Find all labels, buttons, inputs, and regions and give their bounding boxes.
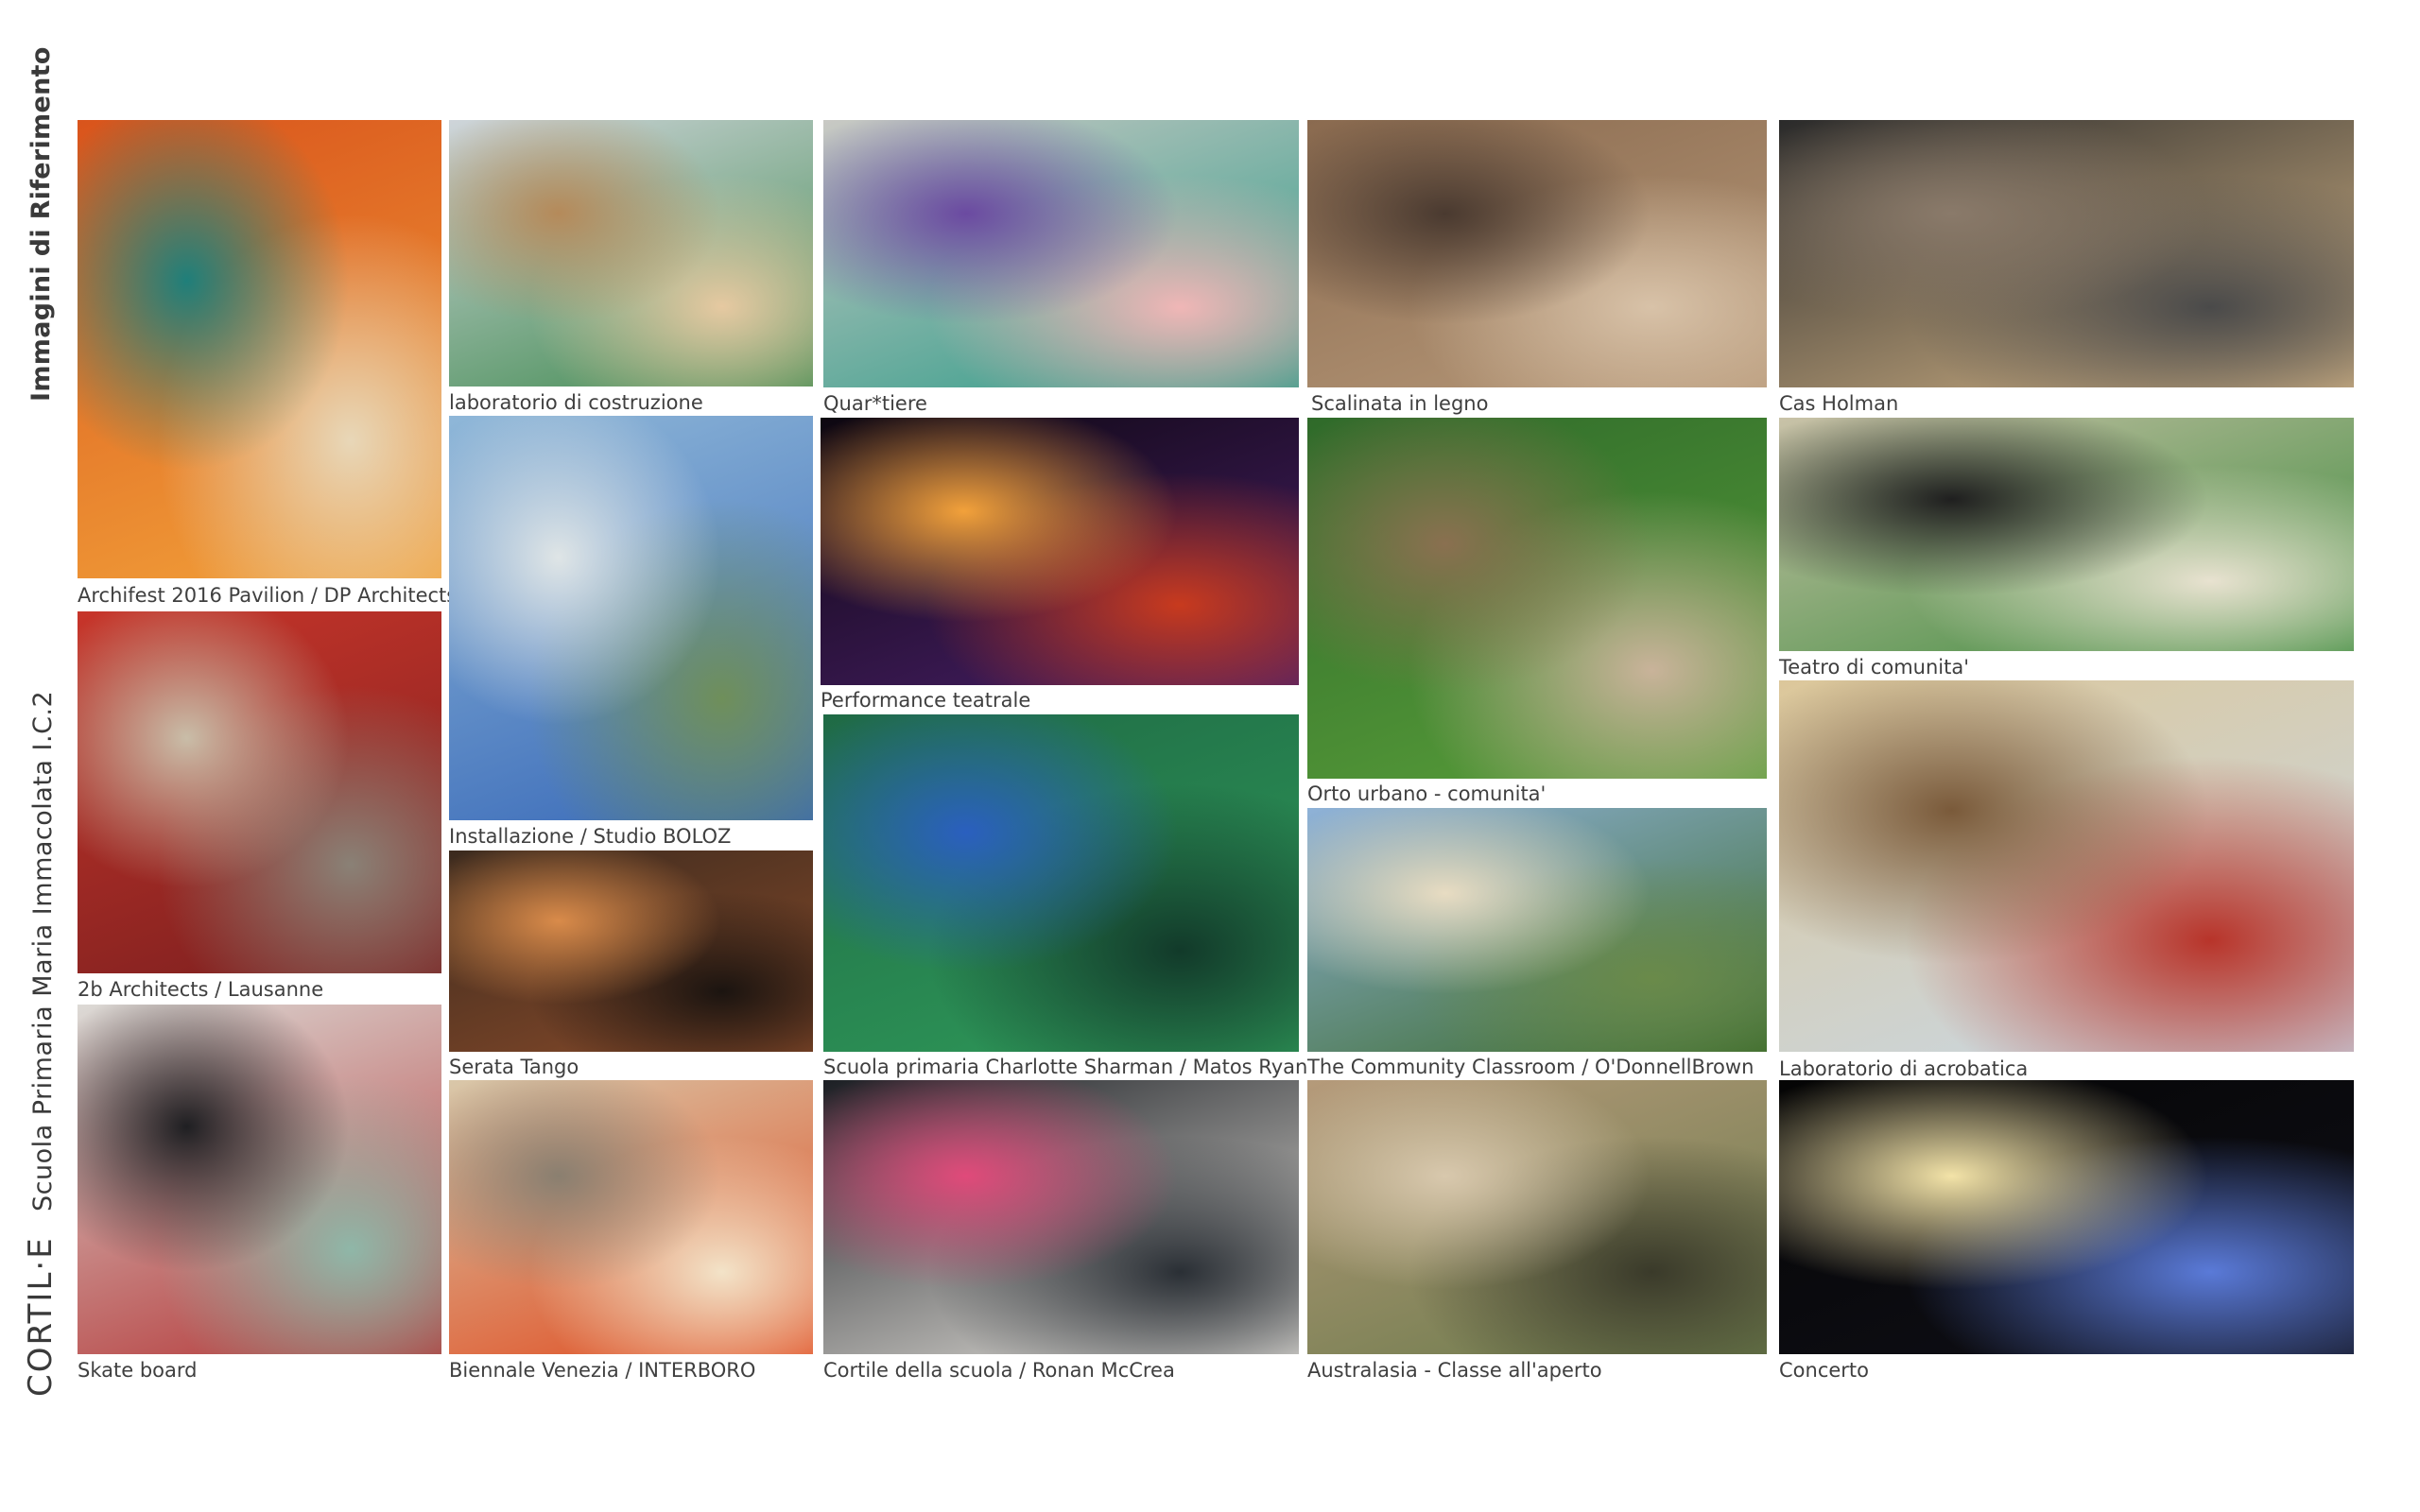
photo-image bbox=[449, 120, 813, 387]
photo-community-classroom[interactable] bbox=[1307, 808, 1767, 1052]
caption-performance-teatrale: Performance teatrale bbox=[821, 689, 1031, 712]
photo-laboratorio-costruzione[interactable] bbox=[449, 120, 813, 387]
photo-image bbox=[449, 850, 813, 1052]
photo-image bbox=[449, 1080, 813, 1354]
photo-image bbox=[78, 1005, 441, 1354]
section-title: Immagini di Riferimento bbox=[26, 46, 56, 402]
caption-community-classroom: The Community Classroom / O'DonnellBrown bbox=[1307, 1056, 1754, 1078]
caption-biennale-venezia: Biennale Venezia / INTERBORO bbox=[449, 1359, 756, 1382]
photo-teatro-comunita[interactable] bbox=[1779, 418, 2354, 651]
caption-2b-architects: 2b Architects / Lausanne bbox=[78, 978, 324, 1001]
photo-concerto[interactable] bbox=[1779, 1080, 2354, 1354]
photo-image bbox=[821, 418, 1299, 685]
photo-image bbox=[1779, 680, 2354, 1052]
photo-2b-architects[interactable] bbox=[78, 611, 441, 973]
caption-scalinata-legno: Scalinata in legno bbox=[1311, 392, 1489, 415]
photo-image bbox=[1307, 808, 1767, 1052]
photo-image bbox=[1307, 1080, 1767, 1354]
caption-laboratorio-acrobatica: Laboratorio di acrobatica bbox=[1779, 1057, 2029, 1080]
photo-quartiere[interactable] bbox=[823, 120, 1299, 387]
caption-cortile-scuola: Cortile della scuola / Ronan McCrea bbox=[823, 1359, 1175, 1382]
brand-logo-text: CORTIL·E bbox=[22, 1236, 60, 1397]
photo-image bbox=[1779, 418, 2354, 651]
photo-image bbox=[78, 120, 441, 578]
photo-biennale-venezia[interactable] bbox=[449, 1080, 813, 1354]
caption-concerto: Concerto bbox=[1779, 1359, 1870, 1382]
caption-teatro-comunita: Teatro di comunita' bbox=[1779, 656, 1969, 679]
photo-cas-holman[interactable] bbox=[1779, 120, 2354, 387]
photo-skate-board[interactable] bbox=[78, 1005, 441, 1354]
caption-archifest-pavilion: Archifest 2016 Pavilion / DP Architects bbox=[78, 584, 458, 607]
caption-orto-urbano: Orto urbano - comunita' bbox=[1307, 782, 1547, 805]
photo-australasia[interactable] bbox=[1307, 1080, 1767, 1354]
photo-image bbox=[1779, 1080, 2354, 1354]
photo-image bbox=[823, 120, 1299, 387]
photo-image bbox=[1779, 120, 2354, 387]
photo-image bbox=[1307, 120, 1767, 387]
caption-skate-board: Skate board bbox=[78, 1359, 198, 1382]
photo-scalinata-legno[interactable] bbox=[1307, 120, 1767, 387]
photo-orto-urbano[interactable] bbox=[1307, 418, 1767, 779]
caption-serata-tango: Serata Tango bbox=[449, 1056, 579, 1078]
photo-installazione-boloz[interactable] bbox=[449, 416, 813, 820]
photo-image bbox=[823, 1080, 1299, 1354]
school-name: Scuola Primaria Maria Immacolata I.C.2 bbox=[28, 690, 58, 1211]
photo-cortile-scuola[interactable] bbox=[823, 1080, 1299, 1354]
photo-serata-tango[interactable] bbox=[449, 850, 813, 1052]
caption-quartiere: Quar*tiere bbox=[823, 392, 927, 415]
photo-laboratorio-acrobatica[interactable] bbox=[1779, 680, 2354, 1052]
caption-installazione-boloz: Installazione / Studio BOLOZ bbox=[449, 825, 732, 848]
photo-archifest-pavilion[interactable] bbox=[78, 120, 441, 578]
photo-image bbox=[823, 714, 1299, 1052]
photo-charlotte-sharman[interactable] bbox=[823, 714, 1299, 1052]
photo-performance-teatrale[interactable] bbox=[821, 418, 1299, 685]
caption-laboratorio-costruzione: laboratorio di costruzione bbox=[449, 391, 703, 414]
caption-charlotte-sharman: Scuola primaria Charlotte Sharman / Mato… bbox=[823, 1056, 1308, 1078]
caption-australasia: Australasia - Classe all'aperto bbox=[1307, 1359, 1602, 1382]
photo-image bbox=[449, 416, 813, 820]
caption-cas-holman: Cas Holman bbox=[1779, 392, 1899, 415]
photo-image bbox=[1307, 418, 1767, 779]
photo-image bbox=[78, 611, 441, 973]
